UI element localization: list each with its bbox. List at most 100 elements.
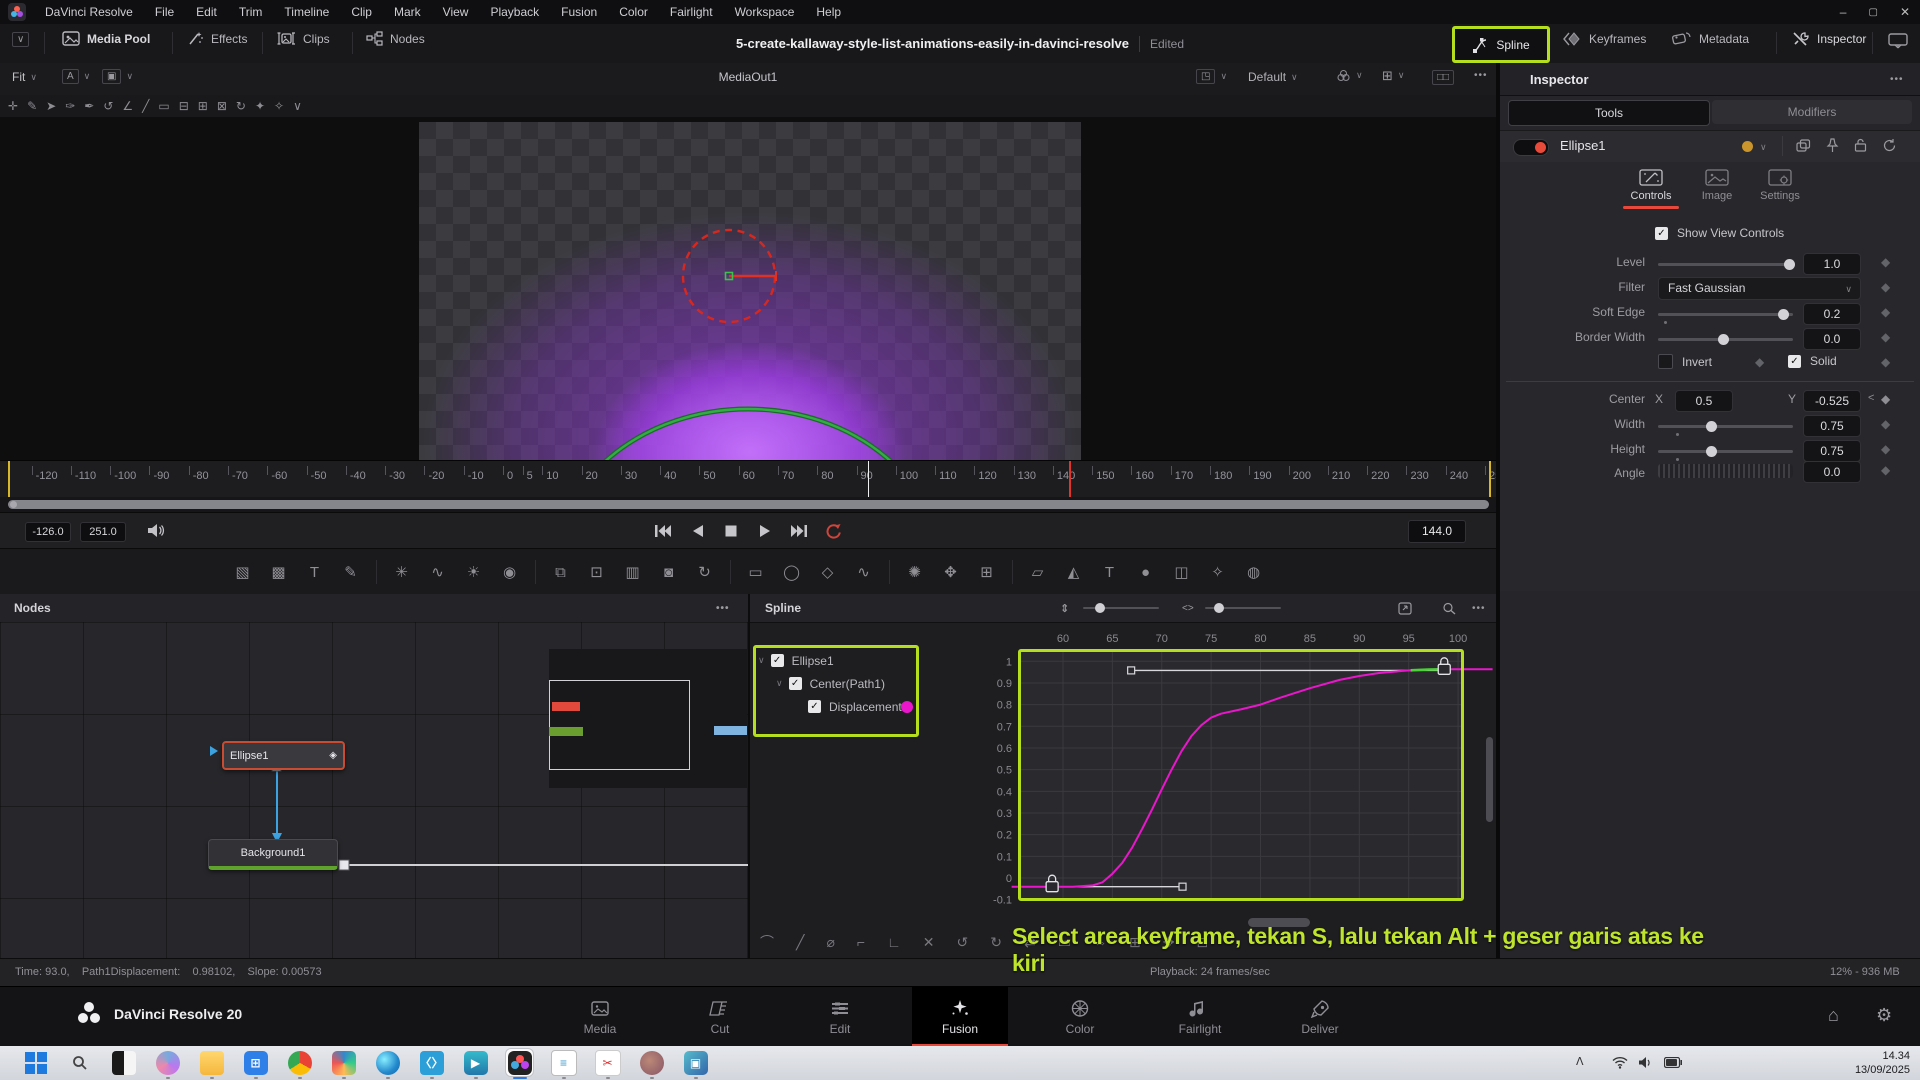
ease-smooth-icon[interactable]: ⌒ [760, 932, 774, 952]
draw-append-icon[interactable]: ✎ [27, 99, 37, 113]
render-range-start-marker[interactable] [8, 461, 10, 498]
more-tools-icon[interactable]: ∨ [293, 99, 302, 113]
width-value-field[interactable]: 0.75 [1803, 415, 1861, 437]
render-range-end-marker[interactable] [1489, 461, 1491, 498]
border-width-keyframe-icon[interactable]: ◆ [1881, 330, 1890, 344]
ellipse-mask-icon[interactable]: ◯ [781, 563, 803, 581]
done-icon[interactable]: ⊠ [217, 99, 227, 113]
pemitter-tool-icon[interactable]: ✺ [904, 563, 926, 581]
taskbar-search-icon[interactable] [66, 1049, 93, 1076]
play-button[interactable] [750, 520, 780, 542]
mergeover-tool-icon[interactable]: ⊡ [586, 563, 608, 581]
node-tile-color-icon[interactable] [1742, 141, 1753, 152]
colorcorrector-tool-icon[interactable]: ✳ [391, 563, 413, 581]
clips-button[interactable]: Clips [276, 31, 330, 46]
page-deliver[interactable]: Deliver [1272, 987, 1368, 1047]
taskbar-designer-icon[interactable] [330, 1049, 357, 1076]
transform-tool-icon[interactable]: ↻ [694, 563, 716, 581]
taskbar-chrome-icon[interactable] [286, 1049, 313, 1076]
volume-icon[interactable] [1638, 1056, 1653, 1069]
tray-chevron-icon[interactable]: ᐱ [1576, 1055, 1584, 1068]
solid-checkbox[interactable]: ✓ Solid [1788, 354, 1837, 368]
project-settings-gear-icon[interactable]: ⚙ [1876, 1005, 1892, 1026]
close-button[interactable]: ✕ [1900, 5, 1910, 19]
menu-davinci-resolve[interactable]: DaVinci Resolve [34, 5, 144, 19]
shape-box-icon[interactable]: ⊞ [198, 99, 208, 113]
smooth-icon[interactable]: ↺ [103, 99, 113, 113]
polygon-mask-icon[interactable]: ◇ [817, 563, 839, 581]
brightness-tool-icon[interactable]: ☀ [463, 563, 485, 581]
shape3d-tool-icon[interactable]: ◭ [1063, 563, 1085, 581]
restore-button[interactable]: ▢ [1868, 7, 1877, 18]
taskbar-player-icon[interactable]: ▶ [462, 1049, 489, 1076]
rectangle-mask-icon[interactable]: ▭ [745, 563, 767, 581]
keyframes-button[interactable]: Keyframes [1562, 31, 1646, 47]
angle-keyframe-icon[interactable]: ◆ [1881, 463, 1890, 477]
light3d-tool-icon[interactable]: ✧ [1207, 563, 1229, 581]
renderer3d-tool-icon[interactable]: ◍ [1243, 563, 1265, 581]
level-value-field[interactable]: 1.0 [1803, 253, 1861, 275]
loop-button[interactable] [818, 520, 848, 542]
select-rect-icon[interactable]: ▭ [158, 99, 169, 113]
lut-dropdown[interactable]: Default∨ [1248, 70, 1298, 84]
viewer-canvas[interactable] [0, 117, 1496, 460]
roto-assist-icon[interactable]: ✧ [274, 99, 284, 113]
line-icon[interactable]: ╱ [142, 99, 149, 113]
soft-edge-value-field[interactable]: 0.2 [1803, 303, 1861, 325]
taskbar-edge-icon[interactable] [374, 1049, 401, 1076]
menu-workspace[interactable]: Workspace [724, 5, 806, 19]
prev-keyframe-icon[interactable]: < [1868, 392, 1874, 404]
center-x-field[interactable]: 0.5 [1675, 390, 1733, 412]
level-slider[interactable] [1658, 263, 1793, 266]
paint-tool-icon[interactable]: ✎ [340, 563, 362, 581]
viewer-options-menu[interactable]: ••• [1474, 70, 1488, 81]
width-slider[interactable] [1658, 425, 1793, 428]
subtab-settings[interactable]: Settings [1752, 168, 1808, 202]
menu-color[interactable]: Color [608, 5, 659, 19]
mattecontrol-tool-icon[interactable]: ▥ [622, 563, 644, 581]
spline-button-highlight[interactable]: Spline [1452, 26, 1550, 63]
page-switcher-button[interactable]: ∨ [12, 32, 29, 47]
home-icon[interactable]: ⌂ [1828, 1005, 1839, 1026]
width-keyframe-icon[interactable]: ◆ [1881, 417, 1890, 431]
invert-spline-icon[interactable]: ✕ [923, 934, 935, 951]
menu-timeline[interactable]: Timeline [273, 5, 340, 19]
prender-tool-icon[interactable]: ⊞ [976, 563, 998, 581]
menu-fairlight[interactable]: Fairlight [659, 5, 724, 19]
navigator-viewport[interactable] [549, 680, 690, 770]
menu-edit[interactable]: Edit [185, 5, 228, 19]
camera3d-tool-icon[interactable]: ◫ [1171, 563, 1193, 581]
loop-spline-icon[interactable]: ↻ [990, 934, 1002, 951]
invert-keyframe-icon[interactable]: ◆ [1755, 355, 1764, 369]
page-cut[interactable]: Cut [672, 987, 768, 1047]
inspector-menu[interactable]: ••• [1890, 74, 1904, 85]
page-media[interactable]: Media [552, 987, 648, 1047]
show-points-icon[interactable]: ✦ [255, 99, 265, 113]
background-tool-icon[interactable]: ▧ [232, 563, 254, 581]
metadata-button[interactable]: Metadata [1672, 31, 1749, 46]
node-navigator[interactable] [549, 649, 747, 788]
make-double-poly-icon[interactable]: ↻ [236, 99, 246, 113]
lock-icon[interactable] [1854, 138, 1867, 153]
graph-vscrollbar[interactable] [1486, 737, 1493, 822]
taskbar-vscode-icon[interactable]: 〈〉 [418, 1049, 445, 1076]
taskbar-photos-icon[interactable]: ▣ [682, 1049, 709, 1076]
pin-icon[interactable] [1826, 138, 1839, 153]
tab-tools[interactable]: Tools [1508, 100, 1710, 126]
taskbar-copilot-icon[interactable] [154, 1049, 181, 1076]
timeline-scrollbar[interactable] [8, 500, 1489, 509]
taskbar-store-icon[interactable]: ⊞ [242, 1049, 269, 1076]
wifi-icon[interactable] [1612, 1056, 1628, 1069]
render-range-start-field[interactable]: -126.0 [25, 522, 71, 542]
node-background1[interactable]: Background1 [208, 839, 338, 870]
linear-spline-icon[interactable]: ╱ [796, 934, 804, 951]
current-frame-field[interactable]: 144.0 [1408, 520, 1466, 543]
insert-modify-icon[interactable]: ✑ [65, 99, 75, 113]
taskbar-explorer-icon[interactable] [198, 1049, 225, 1076]
level-keyframe-icon[interactable]: ◆ [1881, 255, 1890, 269]
media-pool-button[interactable]: Media Pool [62, 31, 150, 46]
inspector-button[interactable]: Inspector [1792, 31, 1866, 47]
audio-mute-button[interactable] [146, 522, 165, 539]
linear-icon[interactable]: ∠ [122, 99, 133, 113]
add-point-icon[interactable]: ✛ [8, 99, 18, 113]
